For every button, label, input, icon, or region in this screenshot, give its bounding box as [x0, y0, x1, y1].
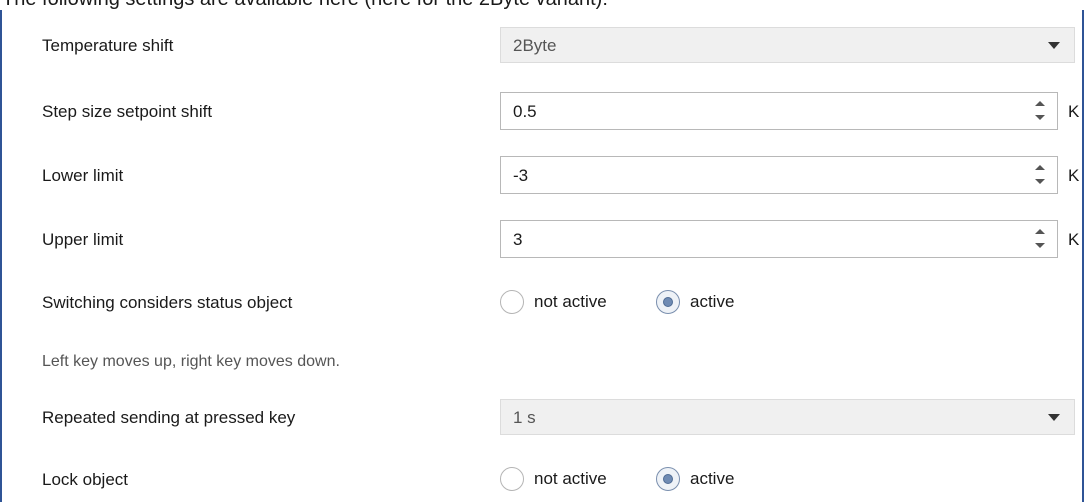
chevron-down-icon [1048, 414, 1060, 421]
temperature-shift-select[interactable]: 2Byte [500, 27, 1075, 63]
spin-down-icon[interactable] [1035, 241, 1045, 251]
radio-label: active [690, 469, 735, 488]
spin-up-icon[interactable] [1035, 163, 1045, 173]
radio-label: active [690, 292, 735, 311]
upper-limit-value: 3 [513, 230, 523, 249]
lower-limit-unit: K [1068, 166, 1080, 185]
radio-checked-icon [656, 467, 680, 491]
lower-limit-label: Lower limit [42, 166, 124, 185]
step-size-label: Step size setpoint shift [42, 102, 213, 121]
radio-unchecked-icon [500, 290, 524, 314]
repeated-sending-value: 1 s [513, 408, 536, 427]
upper-limit-stepper[interactable]: 3 [500, 220, 1058, 258]
section-caption: The following settings are available her… [0, 0, 1086, 10]
lock-object-label: Lock object [42, 470, 128, 489]
repeated-sending-select[interactable]: 1 s [500, 399, 1075, 435]
spin-up-icon[interactable] [1035, 227, 1045, 237]
upper-limit-unit: K [1068, 230, 1080, 249]
step-size-value: 0.5 [513, 102, 537, 121]
step-size-stepper[interactable]: 0.5 [500, 92, 1058, 130]
spin-up-icon[interactable] [1035, 99, 1045, 109]
temperature-shift-value: 2Byte [513, 36, 557, 55]
radio-checked-icon [656, 290, 680, 314]
spin-down-icon[interactable] [1035, 113, 1045, 123]
chevron-down-icon [1048, 42, 1060, 49]
spin-down-icon[interactable] [1035, 177, 1045, 187]
radio-label: not active [534, 292, 607, 311]
temperature-shift-label: Temperature shift [42, 36, 174, 55]
lower-limit-value: -3 [513, 166, 529, 185]
repeated-sending-label: Repeated sending at pressed key [42, 408, 296, 427]
upper-limit-label: Upper limit [42, 230, 124, 249]
key-direction-hint: Left key moves up, right key moves down. [42, 353, 340, 370]
switching-status-label: Switching considers status object [42, 293, 293, 312]
step-size-unit: K [1068, 102, 1080, 121]
lower-limit-stepper[interactable]: -3 [500, 156, 1058, 194]
parameter-panel: Temperature shift 2Byte Step size setpoi… [0, 10, 1084, 502]
radio-unchecked-icon [500, 467, 524, 491]
radio-label: not active [534, 469, 607, 488]
